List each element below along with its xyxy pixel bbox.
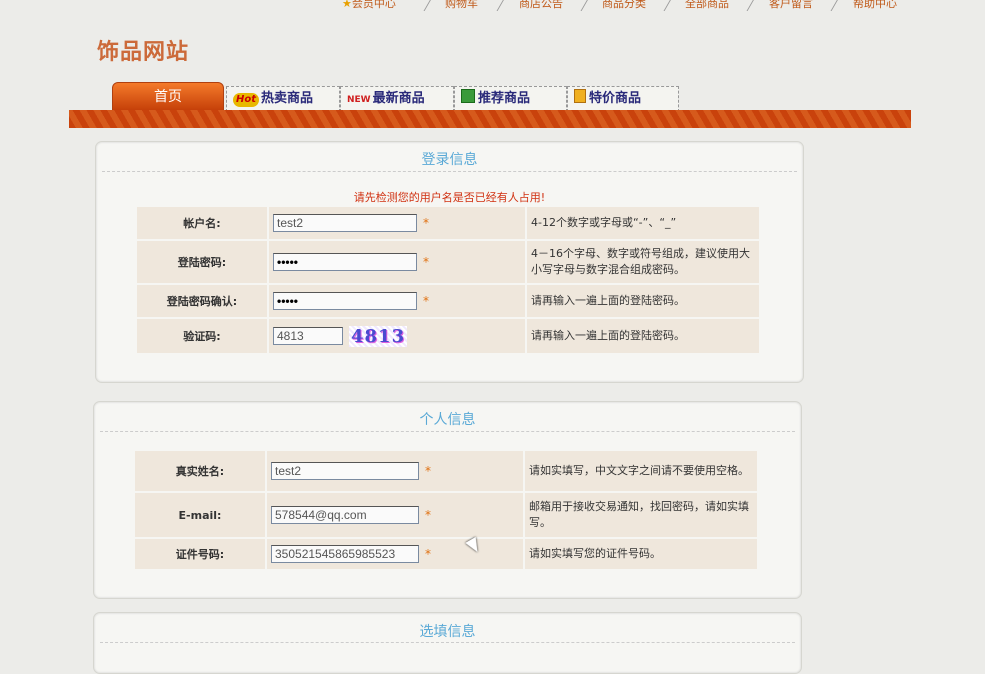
star-icon: ★: [342, 0, 352, 10]
required-mark: *: [425, 464, 431, 478]
site-title: 饰品网站: [97, 39, 190, 65]
divider: [100, 431, 795, 432]
tab-special[interactable]: 特价商品: [567, 86, 679, 112]
nav-separator: [830, 0, 839, 11]
nav-member-center[interactable]: ★会员中心: [342, 0, 396, 11]
section-title: 登录信息: [421, 152, 478, 168]
password-input[interactable]: [273, 253, 417, 271]
required-mark: *: [423, 294, 429, 308]
login-info-section: 登录信息 请先检测您的用户名是否已经有人占用! 帐户名: * 4-12个数字或字…: [95, 141, 804, 383]
tab-bar-strip: [69, 110, 911, 128]
nav-categories[interactable]: 商品分类: [602, 0, 646, 11]
field-hint: 请再输入一遍上面的登陆密码。: [527, 319, 759, 353]
password-confirm-input[interactable]: [273, 292, 417, 310]
login-form-table: 帐户名: * 4-12个数字或字母或“-”、“_” 登陆密码: * 4－16个字…: [135, 205, 761, 355]
field-label: 证件号码:: [135, 539, 265, 569]
required-mark: *: [423, 255, 429, 269]
tab-recommend[interactable]: 推荐商品: [454, 86, 567, 112]
form-row: 登陆密码: * 4－16个字母、数字或符号组成，建议使用大小写字母与数字混合组成…: [137, 241, 759, 283]
username-input[interactable]: [273, 214, 417, 232]
optional-info-section: 选填信息: [93, 612, 802, 674]
top-nav: ★会员中心 购物车 商店公告 商品分类 全部商品 客户留言 帮助中心: [330, 0, 950, 11]
field-hint: 4－16个字母、数字或符号组成，建议使用大小写字母与数字混合组成密码。: [527, 241, 759, 283]
field-label: 登陆密码确认:: [137, 285, 267, 317]
nav-separator: [746, 0, 755, 11]
nav-separator: [496, 0, 505, 11]
form-row: 验证码: 4813 请再输入一遍上面的登陆密码。: [137, 319, 759, 353]
new-badge: NEW: [347, 95, 371, 105]
nav-messages[interactable]: 客户留言: [769, 0, 813, 11]
field-hint: 4-12个数字或字母或“-”、“_”: [527, 207, 759, 239]
personal-info-section: 个人信息 真实姓名: * 请如实填写，中文文字之间请不要使用空格。 E-mail…: [93, 401, 802, 599]
real-name-input[interactable]: [271, 462, 419, 480]
divider: [100, 642, 795, 643]
field-label: 真实姓名:: [135, 451, 265, 491]
field-label: E-mail:: [135, 493, 265, 537]
nav-announcement[interactable]: 商店公告: [519, 0, 563, 11]
field-hint: 请如实填写，中文文字之间请不要使用空格。: [525, 451, 757, 491]
field-label: 帐户名:: [137, 207, 267, 239]
hot-badge: Hot: [233, 93, 260, 107]
tab-hot[interactable]: Hot 热卖商品: [226, 86, 340, 112]
field-hint: 邮箱用于接收交易通知，找回密码，请如实填写。: [525, 493, 757, 537]
nav-separator: [423, 0, 432, 11]
section-title: 选填信息: [419, 624, 476, 640]
field-label: 登陆密码:: [137, 241, 267, 283]
captcha-input[interactable]: [273, 326, 343, 345]
tab-new[interactable]: NEW 最新商品: [340, 86, 454, 112]
id-number-input[interactable]: [271, 545, 419, 563]
price-tag-icon: [574, 89, 586, 103]
required-mark: *: [425, 508, 431, 522]
form-row: 帐户名: * 4-12个数字或字母或“-”、“_”: [137, 207, 759, 239]
section-title: 个人信息: [419, 412, 476, 428]
form-row: 证件号码: * 请如实填写您的证件号码。: [135, 539, 757, 569]
email-input[interactable]: [271, 506, 419, 524]
field-hint: 请如实填写您的证件号码。: [525, 539, 757, 569]
divider: [102, 171, 797, 172]
tab-home[interactable]: 首页: [112, 82, 224, 112]
field-hint: 请再输入一遍上面的登陆密码。: [527, 285, 759, 317]
required-mark: *: [423, 216, 429, 230]
form-row: 真实姓名: * 请如实填写，中文文字之间请不要使用空格。: [135, 451, 757, 491]
field-label: 验证码:: [137, 319, 267, 353]
nav-all-products[interactable]: 全部商品: [685, 0, 729, 11]
form-row: 登陆密码确认: * 请再输入一遍上面的登陆密码。: [137, 285, 759, 317]
nav-cart[interactable]: 购物车: [445, 0, 478, 11]
nav-help[interactable]: 帮助中心: [853, 0, 897, 11]
required-mark: *: [425, 547, 431, 561]
main-tabs: 首页 Hot 热卖商品 NEW 最新商品 推荐商品 特价商品: [112, 82, 682, 112]
username-warning: 请先检测您的用户名是否已经有人占用!: [353, 191, 546, 204]
captcha-image[interactable]: 4813: [349, 325, 408, 347]
nav-separator: [580, 0, 589, 11]
personal-form-table: 真实姓名: * 请如实填写，中文文字之间请不要使用空格。 E-mail: * 邮…: [133, 449, 759, 571]
nav-separator: [663, 0, 672, 11]
gift-icon: [461, 89, 475, 103]
form-row: E-mail: * 邮箱用于接收交易通知，找回密码，请如实填写。: [135, 493, 757, 537]
